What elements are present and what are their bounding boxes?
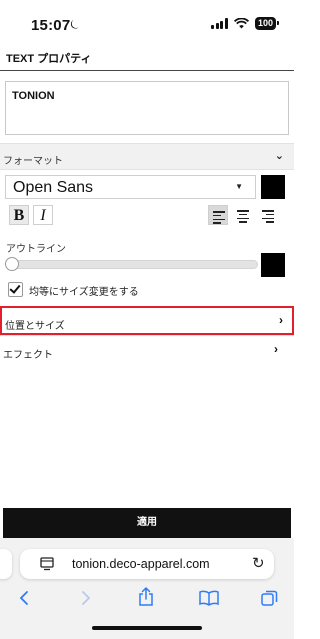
align-right-button[interactable] xyxy=(258,205,278,225)
proportional-resize-label: 均等にサイズ変更をする xyxy=(29,287,139,298)
effect-label: エフェクト xyxy=(3,350,53,361)
checkmark-icon xyxy=(9,282,21,294)
align-left-icon xyxy=(213,211,225,226)
font-family-select[interactable]: Open Sans ▼ xyxy=(5,175,256,199)
signal-icon xyxy=(211,18,228,29)
battery-icon: 100 xyxy=(254,17,280,30)
url-text: tonion.deco-apparel.com xyxy=(72,557,210,571)
divider xyxy=(0,70,294,71)
position-size-label: 位置とサイズ xyxy=(5,321,65,332)
tabs-icon[interactable] xyxy=(261,590,278,607)
chevron-right-icon: › xyxy=(279,313,283,327)
outline-slider-thumb[interactable] xyxy=(5,257,19,271)
forward-icon[interactable] xyxy=(80,590,92,606)
chevron-down-icon: ⌄ xyxy=(274,150,284,162)
chevron-right-icon: › xyxy=(274,342,278,356)
page-settings-icon[interactable] xyxy=(40,557,54,571)
bookmarks-icon[interactable] xyxy=(199,590,219,606)
text-content-input[interactable]: TONION xyxy=(5,81,289,135)
reload-icon[interactable]: ↻ xyxy=(252,554,265,572)
outline-color-swatch[interactable] xyxy=(261,253,285,277)
align-center-icon xyxy=(237,210,249,225)
bold-button[interactable]: B xyxy=(9,205,29,225)
back-icon[interactable] xyxy=(18,590,30,606)
panel-title: TEXT プロパティ xyxy=(6,53,92,65)
align-center-button[interactable] xyxy=(233,205,253,225)
font-color-swatch[interactable] xyxy=(261,175,285,199)
align-right-icon xyxy=(262,210,274,225)
share-icon[interactable] xyxy=(138,587,154,607)
apply-button[interactable]: 適用 xyxy=(3,508,291,538)
status-indicators: 100 xyxy=(211,17,280,30)
align-left-button[interactable] xyxy=(208,205,228,225)
status-time: 15:07 xyxy=(31,17,71,34)
italic-button[interactable]: I xyxy=(33,205,53,225)
position-size-row[interactable]: 位置とサイズ › xyxy=(0,306,294,335)
previous-tab-preview[interactable] xyxy=(0,549,12,579)
home-indicator xyxy=(92,626,202,630)
do-not-disturb-icon: ⏾ xyxy=(70,17,80,31)
format-section-header[interactable]: フォーマット ⌄ xyxy=(0,143,294,170)
font-family-value: Open Sans xyxy=(13,179,94,196)
format-label: フォーマット xyxy=(3,156,63,167)
caret-down-icon: ▼ xyxy=(235,182,243,191)
proportional-resize-checkbox[interactable] xyxy=(8,282,23,297)
outline-width-slider[interactable] xyxy=(7,260,258,269)
wifi-icon xyxy=(233,18,249,29)
outline-label: アウトライン xyxy=(6,244,66,255)
